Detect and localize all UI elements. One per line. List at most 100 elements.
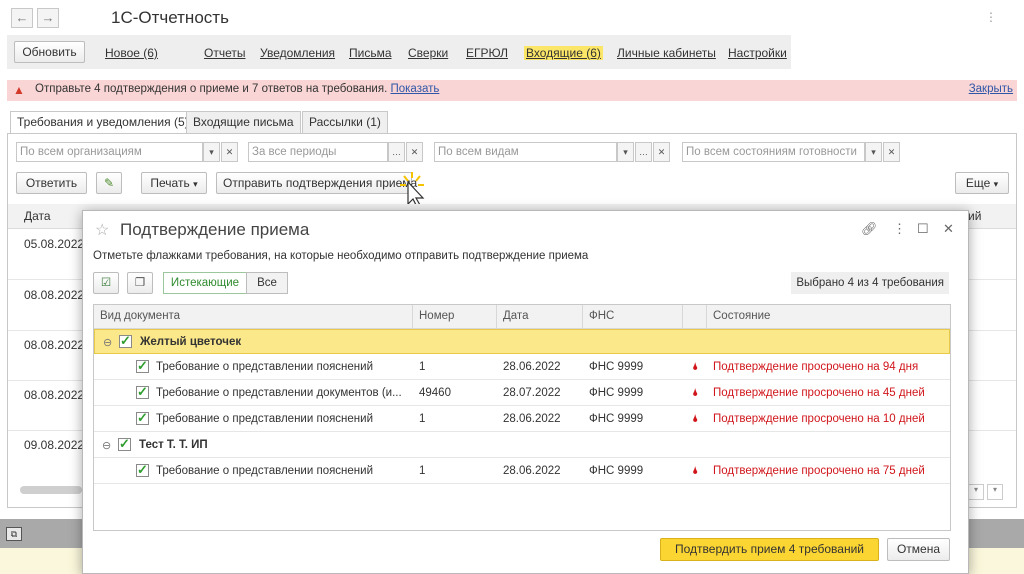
cabinets-link[interactable]: Личные кабинеты: [617, 46, 716, 60]
overdue-drop-icon: 🌢︎: [692, 465, 699, 477]
column-state[interactable]: Состояние: [713, 310, 770, 322]
type-dropdown-icon[interactable]: ▾: [617, 142, 634, 162]
selected-count: Выбрано 4 из 4 требования: [791, 272, 949, 294]
row-number: 1: [419, 465, 426, 477]
table-row[interactable]: ✓ Требование о представлении пояснений 1…: [94, 459, 950, 484]
dialog-instruction: Отметьте флажками требования, на которые…: [93, 250, 589, 262]
type-select-icon[interactable]: …: [635, 142, 652, 162]
list-row-date[interactable]: 08.08.2022: [24, 288, 84, 302]
confirm-receipt-button[interactable]: Подтвердить прием 4 требований: [660, 538, 879, 561]
tab-mailings[interactable]: Рассылки (1): [302, 111, 388, 133]
letters-link[interactable]: Письма: [349, 46, 392, 60]
reports-link[interactable]: Отчеты: [204, 46, 245, 60]
print-button[interactable]: Печать ▾: [141, 172, 207, 194]
egrul-link[interactable]: ЕГРЮЛ: [466, 46, 508, 60]
row-checkbox[interactable]: ✓: [136, 463, 149, 477]
filter-expiring-toggle[interactable]: Истекающие: [163, 272, 247, 294]
column-number[interactable]: Номер: [419, 310, 454, 322]
warning-bar: ▲ Отправьте 4 подтверждения о приеме и 7…: [7, 80, 1017, 101]
windows-icon[interactable]: ⧉: [6, 527, 22, 541]
settings-link[interactable]: Настройки: [728, 46, 787, 60]
row-checkbox[interactable]: ✓: [136, 411, 149, 425]
collapse-icon[interactable]: ⊖: [102, 439, 111, 452]
group-row[interactable]: ⊖ ✓ Тест Т. Т. ИП: [94, 433, 950, 458]
row-state: Подтверждение просрочено на 94 дня: [713, 361, 919, 373]
warning-icon: ▲: [13, 83, 25, 97]
list-row-date[interactable]: 09.08.2022: [24, 438, 84, 452]
column-fns[interactable]: ФНС: [589, 310, 614, 322]
period-select-icon[interactable]: …: [388, 142, 405, 162]
group-checkbox[interactable]: ✓: [118, 437, 131, 451]
more-menu-icon[interactable]: ⋮: [985, 10, 997, 24]
overdue-drop-icon: 🌢︎: [692, 387, 699, 399]
list-row-date[interactable]: 08.08.2022: [24, 338, 84, 352]
tab-requirements[interactable]: Требования и уведомления (5): [10, 111, 196, 134]
row-fns: ФНС 9999: [589, 361, 644, 373]
edit-pencil-icon[interactable]: ✎: [96, 172, 122, 194]
print-dropdown-icon: ▾: [193, 179, 198, 189]
reply-button[interactable]: Ответить: [16, 172, 87, 194]
table-row[interactable]: ✓ Требование о представлении пояснений 1…: [94, 355, 950, 380]
row-doc-type: Требование о представлении пояснений: [156, 465, 374, 477]
send-confirmations-button[interactable]: Отправить подтверждения приема: [216, 172, 417, 194]
horizontal-scrollbar[interactable]: [20, 486, 82, 494]
group-row[interactable]: ⊖ ✓ Желтый цветочек: [94, 329, 950, 354]
scroll-end-icon[interactable]: ▾: [987, 484, 1003, 500]
new-link[interactable]: Новое (6): [105, 46, 158, 60]
row-state: Подтверждение просрочено на 45 дней: [713, 387, 925, 399]
dialog-menu-icon[interactable]: ⋮: [893, 221, 906, 237]
row-number: 1: [419, 361, 426, 373]
row-checkbox[interactable]: ✓: [136, 359, 149, 373]
state-dropdown-icon[interactable]: ▾: [865, 142, 882, 162]
app-title: 1С-Отчетность: [111, 8, 229, 27]
period-clear-icon[interactable]: ✕: [406, 142, 423, 162]
row-doc-type: Требование о представлении документов (и…: [156, 387, 402, 399]
row-date: 28.06.2022: [503, 465, 561, 477]
incoming-link[interactable]: Входящие (6): [524, 46, 603, 60]
list-row-date[interactable]: 05.08.2022: [24, 237, 84, 251]
favorite-star-icon[interactable]: ☆: [95, 220, 109, 240]
row-fns: ФНС 9999: [589, 413, 644, 425]
organization-filter[interactable]: По всем организациям: [16, 142, 203, 162]
organization-dropdown-icon[interactable]: ▾: [203, 142, 220, 162]
table-row[interactable]: ✓ Требование о представлении пояснений 1…: [94, 407, 950, 432]
group-checkbox[interactable]: ✓: [119, 334, 132, 348]
filter-all-toggle[interactable]: Все: [246, 272, 288, 294]
warning-message: Отправьте 4 подтверждения о приеме и 7 о…: [35, 83, 439, 95]
confirmation-dialog: ☆ Подтверждение приема 🔗︎ ⋮ ☐ ✕ Отметьте…: [82, 210, 969, 574]
column-date[interactable]: Дата: [503, 310, 528, 322]
show-link[interactable]: Показать: [390, 83, 439, 95]
row-number: 1: [419, 413, 426, 425]
more-dropdown-icon: ▾: [993, 179, 999, 189]
type-clear-icon[interactable]: ✕: [653, 142, 670, 162]
state-clear-icon[interactable]: ✕: [883, 142, 900, 162]
back-button[interactable]: ←: [11, 8, 33, 28]
list-row-date[interactable]: 08.08.2022: [24, 388, 84, 402]
uncheck-all-icon[interactable]: ❐: [127, 272, 153, 294]
close-icon[interactable]: ✕: [943, 221, 954, 237]
row-checkbox[interactable]: ✓: [136, 385, 149, 399]
tab-incoming-letters[interactable]: Входящие письма: [186, 111, 301, 133]
period-filter[interactable]: За все периоды: [248, 142, 388, 162]
overdue-drop-icon: 🌢︎: [692, 361, 699, 373]
collapse-icon[interactable]: ⊖: [103, 336, 112, 349]
refresh-button[interactable]: Обновить: [14, 41, 85, 63]
reconciliations-link[interactable]: Сверки: [408, 46, 448, 60]
type-filter[interactable]: По всем видам: [434, 142, 617, 162]
more-button[interactable]: Еще ▾: [955, 172, 1009, 194]
forward-button[interactable]: →: [37, 8, 59, 28]
print-label: Печать: [150, 176, 190, 190]
cancel-button[interactable]: Отмена: [887, 538, 950, 561]
close-warning-link[interactable]: Закрыть: [969, 83, 1013, 95]
check-all-icon[interactable]: ☑: [93, 272, 119, 294]
link-icon[interactable]: 🔗︎: [861, 221, 878, 237]
table-row[interactable]: ✓ Требование о представлении документов …: [94, 381, 950, 406]
notifications-link[interactable]: Уведомления: [260, 46, 335, 60]
row-date: 28.07.2022: [503, 387, 561, 399]
scroll-down-icon[interactable]: ▾: [968, 484, 984, 500]
organization-clear-icon[interactable]: ✕: [221, 142, 238, 162]
state-filter[interactable]: По всем состояниям готовности: [682, 142, 865, 162]
column-doc-type[interactable]: Вид документа: [100, 310, 180, 322]
row-date: 28.06.2022: [503, 361, 561, 373]
maximize-icon[interactable]: ☐: [917, 221, 929, 237]
